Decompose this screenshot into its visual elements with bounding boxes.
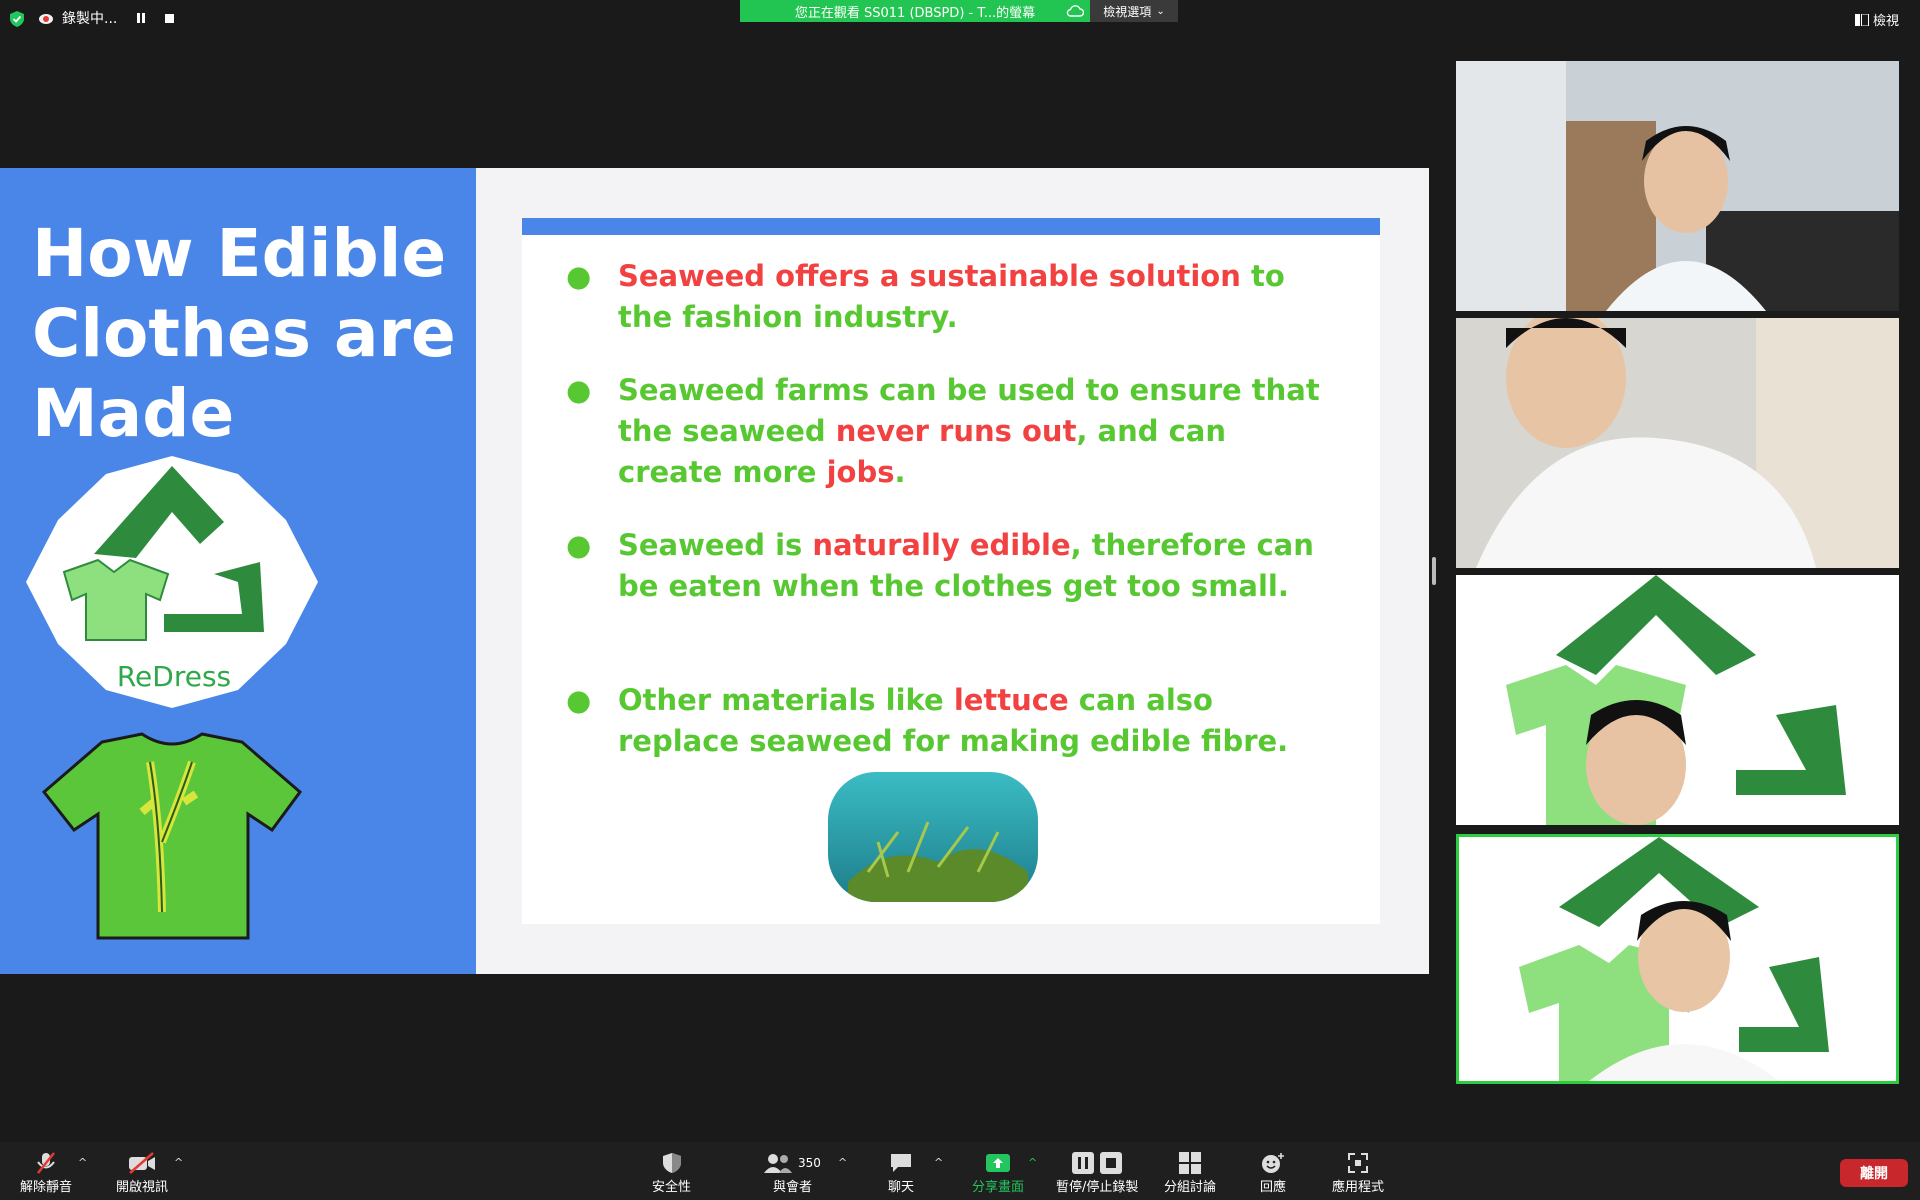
reaction-smiley-icon bbox=[1262, 1153, 1284, 1173]
chat-label: 聊天 bbox=[888, 1180, 915, 1195]
unmute-label: 解除靜音 bbox=[20, 1180, 73, 1195]
chat-bubble-icon bbox=[891, 1154, 911, 1172]
seaweed-photo bbox=[828, 772, 1038, 902]
participant-video-1 bbox=[1456, 61, 1899, 311]
card-accent-bar bbox=[522, 218, 1380, 235]
view-layout-icon bbox=[1855, 13, 1869, 26]
start-video-label: 開啟視訊 bbox=[116, 1180, 169, 1195]
reactions-button[interactable]: 回應 bbox=[1260, 1150, 1286, 1195]
chat-button[interactable]: 聊天 bbox=[888, 1150, 914, 1195]
slide-content-card: ● Seaweed offers a sustainable solution … bbox=[522, 218, 1380, 924]
pause-stop-recording-button[interactable]: 暫停/停止錄製 bbox=[1056, 1150, 1138, 1195]
apps-label: 應用程式 bbox=[1332, 1180, 1385, 1195]
recording-cloud-icon bbox=[39, 14, 53, 24]
slide-title: How Edible Clothes are Made bbox=[32, 215, 456, 452]
participants-label: 與會者 bbox=[772, 1180, 812, 1195]
slide-left-panel: How Edible Clothes are Made ReDress bbox=[0, 168, 476, 974]
breakout-rooms-button[interactable]: 分組討論 bbox=[1164, 1150, 1216, 1195]
video-options-chevron-icon[interactable]: ^ bbox=[174, 1156, 183, 1169]
audio-options-chevron-icon[interactable]: ^ bbox=[78, 1156, 87, 1169]
recording-label: 錄製中... bbox=[62, 11, 118, 27]
participant-video-3 bbox=[1456, 575, 1899, 825]
participant-video-2 bbox=[1456, 318, 1899, 568]
view-options-dropdown[interactable]: 檢視選項 ⌄ bbox=[1090, 0, 1178, 22]
apps-icon bbox=[1348, 1153, 1368, 1173]
participant-video-tile-active-speaker[interactable] bbox=[1456, 834, 1899, 1084]
pause-icon bbox=[1072, 1152, 1095, 1174]
security-shield-icon bbox=[662, 1153, 681, 1173]
bullet-1-highlight: Seaweed offers a sustainable solution bbox=[618, 259, 1241, 293]
stop-icon bbox=[1100, 1152, 1123, 1174]
apps-button[interactable]: 應用程式 bbox=[1332, 1150, 1384, 1195]
stop-recording-icon[interactable] bbox=[165, 13, 175, 23]
share-screen-icon bbox=[986, 1154, 1010, 1172]
cloud-recording-icon bbox=[1066, 5, 1084, 17]
leave-meeting-button[interactable]: 離開 bbox=[1840, 1159, 1908, 1187]
share-screen-label: 分享畫面 bbox=[972, 1180, 1025, 1195]
encryption-shield-icon[interactable] bbox=[10, 11, 24, 27]
view-label: 檢視 bbox=[1873, 14, 1900, 29]
breakout-rooms-icon bbox=[1179, 1152, 1201, 1174]
pause-recording-icon[interactable] bbox=[137, 13, 146, 23]
unmute-button[interactable]: 解除靜音 bbox=[20, 1150, 72, 1195]
logo-text: ReDress bbox=[117, 660, 231, 693]
start-video-button[interactable]: 開啟視訊 bbox=[116, 1150, 168, 1195]
reactions-label: 回應 bbox=[1260, 1180, 1287, 1195]
share-options-chevron-icon[interactable]: ^ bbox=[1028, 1156, 1037, 1169]
view-options-label: 檢視選項 bbox=[1103, 4, 1152, 19]
participants-button[interactable]: 350 與會者 bbox=[764, 1150, 821, 1195]
chat-chevron-icon[interactable]: ^ bbox=[934, 1156, 943, 1169]
security-label: 安全性 bbox=[652, 1180, 692, 1195]
participant-video-4 bbox=[1459, 837, 1896, 1081]
participants-chevron-icon[interactable]: ^ bbox=[838, 1156, 847, 1169]
camera-off-icon bbox=[129, 1152, 155, 1174]
recording-indicator[interactable]: 錄製中... bbox=[38, 8, 175, 28]
security-button[interactable]: 安全性 bbox=[652, 1150, 691, 1195]
chevron-down-icon: ⌄ bbox=[1156, 5, 1165, 17]
breakout-rooms-label: 分組討論 bbox=[1164, 1180, 1217, 1195]
participants-icon bbox=[764, 1154, 792, 1173]
participant-video-tile-1[interactable] bbox=[1456, 61, 1899, 311]
microphone-muted-icon bbox=[37, 1152, 55, 1174]
meeting-toolbar bbox=[0, 1142, 1920, 1200]
redress-logo: ReDress bbox=[26, 456, 318, 708]
share-screen-button[interactable]: 分享畫面 bbox=[972, 1150, 1024, 1195]
participant-video-tile-3[interactable] bbox=[1456, 575, 1899, 825]
viewing-share-banner: 您正在觀看 SS011 (DBSPD) - T...的螢幕 bbox=[740, 0, 1090, 22]
participant-video-tile-2[interactable] bbox=[1456, 318, 1899, 568]
view-button[interactable]: 檢視 bbox=[1855, 10, 1899, 29]
participants-count: 350 bbox=[798, 1156, 821, 1170]
shared-screen-slide: How Edible Clothes are Made ReDress ● Se… bbox=[0, 168, 1429, 974]
splitter-handle[interactable] bbox=[1432, 557, 1436, 585]
seaweed-tshirt-illustration bbox=[42, 732, 302, 940]
pause-stop-recording-label: 暫停/停止錄製 bbox=[1056, 1180, 1139, 1195]
